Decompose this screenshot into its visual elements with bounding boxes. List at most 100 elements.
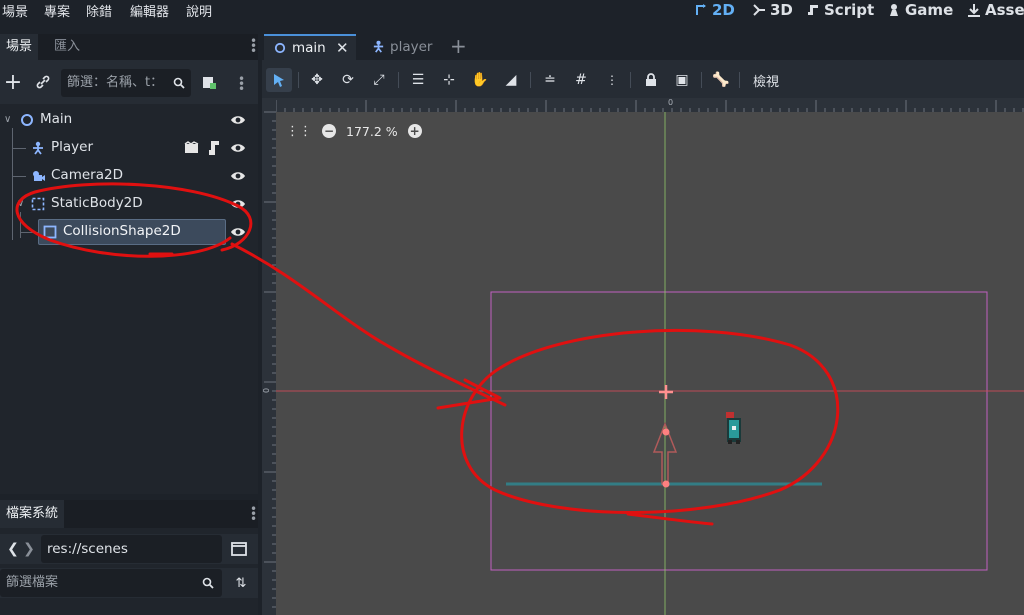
origin-cross-icon xyxy=(659,385,673,399)
mode-2d-button[interactable]: 2D xyxy=(694,0,735,20)
script-attached-icon[interactable] xyxy=(208,140,220,156)
tab-import[interactable]: 匯入 xyxy=(48,34,86,60)
dock-menu-icon[interactable]: • • • xyxy=(250,503,257,525)
menu-debug[interactable]: 除錯 xyxy=(86,1,112,20)
menu-project[interactable]: 專案 xyxy=(44,1,70,20)
smart-snap-icon[interactable]: ≐ xyxy=(537,68,563,92)
dock-menu-icon[interactable]: • • • xyxy=(250,35,257,57)
add-node-icon[interactable]: + xyxy=(2,70,24,95)
ruler-vertical: 0 xyxy=(262,98,276,615)
editor-area: main ✕ player + ✥ ⟳ ⤢ ☰ ⊹ ✋ ◢ ≐ # ⋮ ▣ 🦴 xyxy=(262,34,1024,615)
move-tool-icon[interactable]: ✥ xyxy=(304,68,330,92)
file-filter-row: 篩選檔案 ⇅ xyxy=(0,568,258,598)
player-sprite[interactable] xyxy=(726,412,741,444)
close-tab-icon[interactable]: ✕ xyxy=(336,36,349,60)
menu-help[interactable]: 說明 xyxy=(186,1,212,20)
toolbar-divider xyxy=(298,72,299,88)
collapse-icon[interactable]: ∨ xyxy=(4,114,11,125)
zoom-out-button[interactable]: − xyxy=(322,124,336,138)
canvas-viewport[interactable]: 0 0 ⋮⋮ − 177.2 % + xyxy=(262,98,1024,615)
tree-item-staticbody2d[interactable]: ∨ StaticBody2D xyxy=(0,190,258,218)
player-icon xyxy=(373,40,384,53)
zoom-level[interactable]: 177.2 % xyxy=(346,124,398,139)
tree-item-main[interactable]: ∨ Main xyxy=(0,106,258,134)
mode-script-button[interactable]: Script xyxy=(806,0,874,20)
select-tool-icon[interactable] xyxy=(266,68,292,92)
handle-point[interactable] xyxy=(662,428,670,436)
pan-tool-icon[interactable]: ✋ xyxy=(467,68,493,92)
mode-game-label: Game xyxy=(905,1,954,19)
mode-2d-label: 2D xyxy=(712,1,735,19)
toolbar-divider xyxy=(398,72,399,88)
camera-icon xyxy=(33,171,45,181)
visibility-eye-icon[interactable] xyxy=(230,196,246,212)
ruler-zero-label: 0 xyxy=(262,387,272,394)
menu-editor[interactable]: 編輯器 xyxy=(130,1,169,20)
rotate-tool-icon[interactable]: ⟳ xyxy=(335,68,361,92)
visibility-eye-icon[interactable] xyxy=(230,168,246,184)
tab-player-label: player xyxy=(390,39,433,55)
scene-tabs: main ✕ player + xyxy=(262,34,1024,60)
path-field[interactable]: res://scenes xyxy=(41,535,222,563)
mode-game-button[interactable]: Game xyxy=(887,0,953,20)
lock-icon[interactable] xyxy=(638,68,664,92)
sort-icon[interactable]: ⇅ xyxy=(230,572,252,594)
view-menu[interactable]: 檢視 xyxy=(746,68,786,92)
handle-point[interactable] xyxy=(662,480,670,488)
tree-item-label: Player xyxy=(51,139,94,155)
script-icon xyxy=(808,5,818,15)
collisionshape-icon xyxy=(43,225,57,239)
tree-item-camera2d[interactable]: Camera2D xyxy=(0,162,258,190)
snap-options-icon[interactable]: ⋮ xyxy=(599,68,625,92)
viewport-canvas xyxy=(262,98,1024,615)
search-icon xyxy=(202,577,214,589)
scene-dock: 場景 匯入 • • • + 篩選：名稱、t： • • • ∨ Main Play… xyxy=(0,34,258,494)
tree-item-player[interactable]: Player xyxy=(0,134,258,162)
add-tab-icon[interactable]: + xyxy=(450,34,467,58)
node2d-icon xyxy=(274,42,286,54)
list-select-icon[interactable]: ☰ xyxy=(405,68,431,92)
zoom-controls: ⋮⋮ − 177.2 % + xyxy=(286,122,422,140)
visibility-eye-icon[interactable] xyxy=(230,140,246,156)
instance-scene-icon[interactable] xyxy=(198,71,220,93)
open-scene-icon[interactable] xyxy=(184,141,199,155)
collapse-icon[interactable]: ∨ xyxy=(17,198,24,209)
tab-filesystem[interactable]: 檔案系統 xyxy=(0,500,65,528)
visibility-eye-icon[interactable] xyxy=(230,224,246,240)
link-icon[interactable] xyxy=(32,71,54,93)
forward-icon[interactable]: ❯ xyxy=(18,538,40,560)
zoom-reset-icon[interactable]: ⋮⋮ xyxy=(286,124,312,139)
mode-asset-button[interactable]: Asset xyxy=(967,0,1024,20)
scene-tree: ∨ Main Player Camera2D ∨ StaticBody2D Co… xyxy=(0,106,258,494)
scale-tool-icon[interactable]: ⤢ xyxy=(366,68,392,92)
split-view-icon[interactable] xyxy=(228,538,250,560)
ruler-tool-icon[interactable]: ◢ xyxy=(498,68,524,92)
visibility-eye-icon[interactable] xyxy=(230,112,246,128)
tree-item-collisionshape2d[interactable]: CollisionShape2D xyxy=(0,218,258,246)
file-filter-input[interactable]: 篩選檔案 xyxy=(0,569,222,597)
scene-filter-placeholder: 篩選：名稱、t： xyxy=(67,75,164,90)
tab-main-label: main xyxy=(292,40,326,56)
filesystem-tabbar: 檔案系統 • • • xyxy=(0,500,258,528)
canvas-toolbar: ✥ ⟳ ⤢ ☰ ⊹ ✋ ◢ ≐ # ⋮ ▣ 🦴 檢視 xyxy=(262,62,1024,98)
tab-player[interactable]: player xyxy=(370,34,450,60)
scene-options-icon[interactable]: • • • xyxy=(238,73,245,95)
tab-main[interactable]: main ✕ xyxy=(264,34,356,60)
game-icon xyxy=(890,4,898,16)
mode-asset-label: Asset xyxy=(985,1,1024,19)
group-icon[interactable]: ▣ xyxy=(669,68,695,92)
tree-item-label: StaticBody2D xyxy=(51,195,143,211)
player-icon xyxy=(33,141,43,155)
pivot-tool-icon[interactable]: ⊹ xyxy=(436,68,462,92)
scene-filter-input[interactable]: 篩選：名稱、t： xyxy=(61,69,191,97)
skeleton-bone-icon[interactable]: 🦴 xyxy=(708,68,734,92)
grid-snap-icon[interactable]: # xyxy=(568,68,594,92)
tab-scene[interactable]: 場景 xyxy=(0,34,39,60)
zoom-in-button[interactable]: + xyxy=(407,124,422,138)
menu-scene[interactable]: 場景 xyxy=(2,1,28,20)
toolbar-divider xyxy=(701,72,702,88)
scene-dock-tabbar: 場景 匯入 • • • xyxy=(0,34,258,60)
tree-item-label: CollisionShape2D xyxy=(63,223,181,239)
staticbody-icon xyxy=(31,197,45,211)
mode-3d-button[interactable]: 3D xyxy=(752,0,793,20)
